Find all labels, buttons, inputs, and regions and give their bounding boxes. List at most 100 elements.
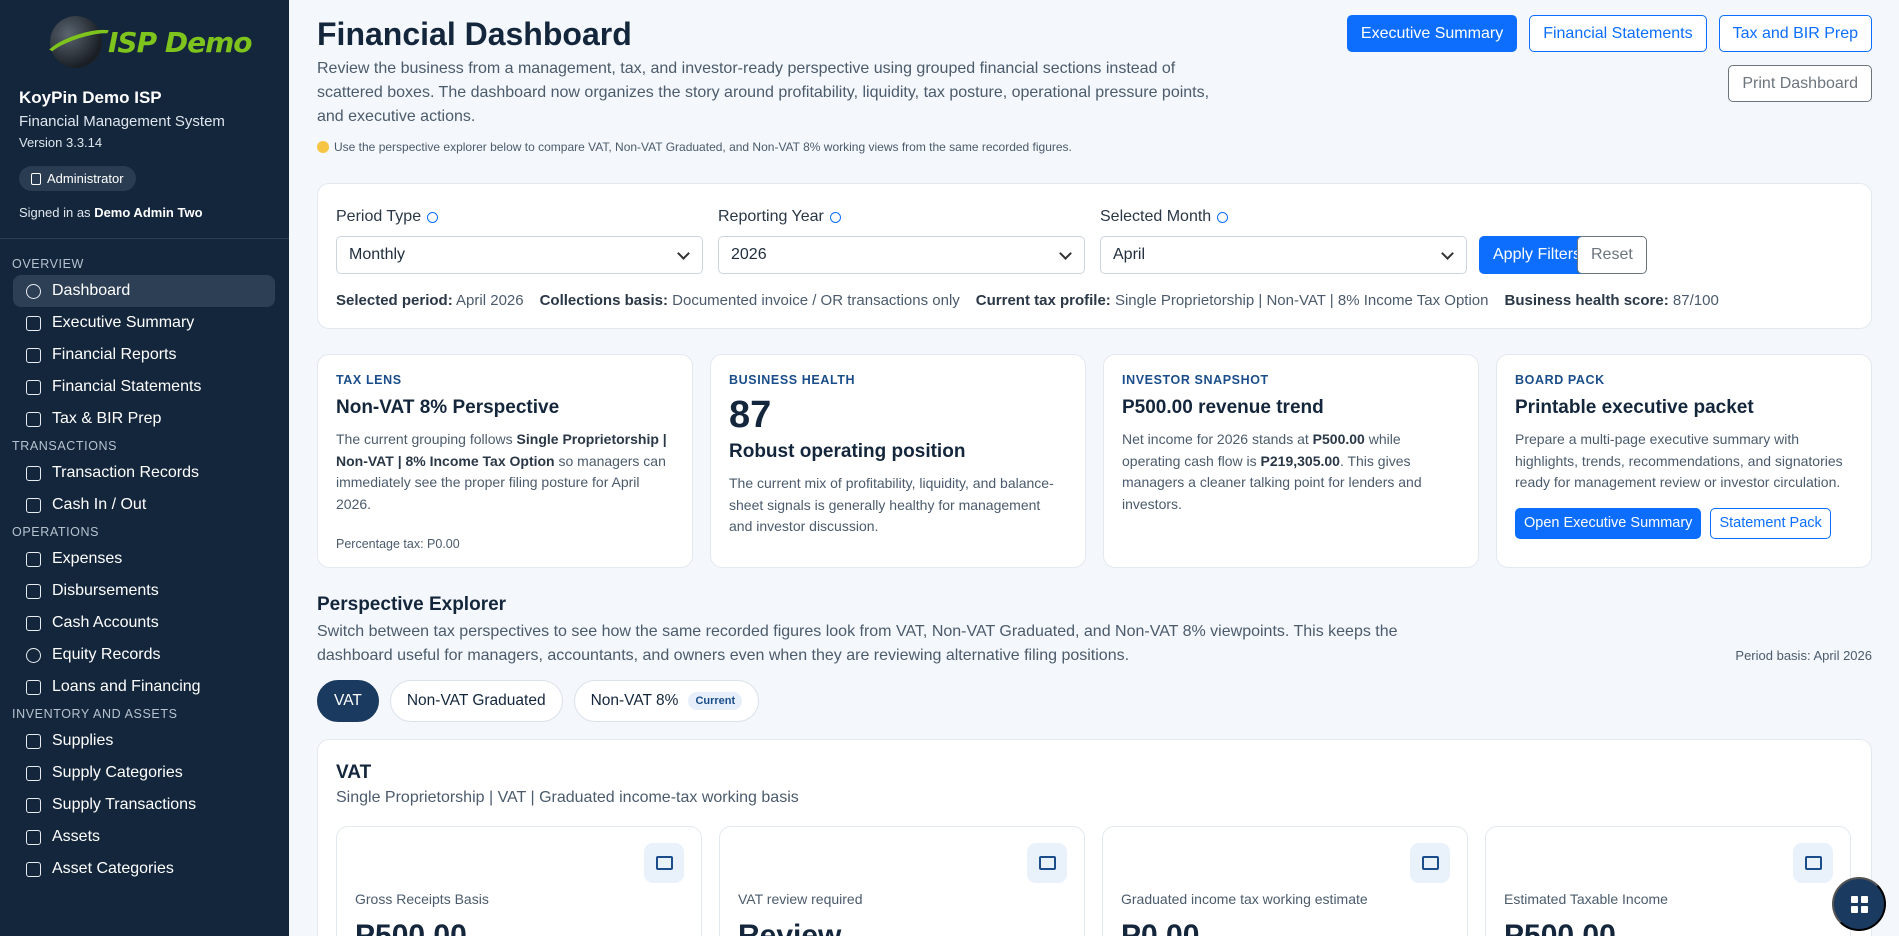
receipt-icon [26, 411, 41, 427]
header-actions: Executive Summary Financial Statements T… [1346, 15, 1872, 52]
info-icon[interactable] [829, 211, 841, 223]
info-icon[interactable] [1217, 211, 1229, 223]
sidebar-item-asset-categories[interactable]: Asset Categories [13, 853, 275, 885]
metric-card: VAT review required Review [719, 826, 1085, 936]
cash-icon [26, 497, 41, 513]
globe-logo-icon [50, 16, 102, 68]
nav-section-inventory-assets: INVENTORY AND ASSETS [12, 707, 178, 721]
sidebar-item-disbursements[interactable]: Disbursements [13, 575, 275, 607]
perspective-explorer-title: Perspective Explorer [317, 594, 507, 615]
nav-section-transactions: TRANSACTIONS [12, 439, 118, 453]
executive-summary-button[interactable]: Executive Summary [1346, 15, 1518, 52]
metric-label: Estimated Taxable Income [1504, 891, 1668, 907]
tab-non-vat-8[interactable]: Non-VAT 8% Current [573, 680, 760, 722]
page-description: Review the business from a management, t… [317, 60, 1210, 125]
perspective-tabs: VAT Non-VAT Graduated Non-VAT 8% Current [317, 680, 760, 722]
box-icon [26, 733, 41, 749]
metric-value: P0.00 [1121, 919, 1200, 936]
sidebar-item-executive-summary[interactable]: Executive Summary [13, 307, 275, 339]
period-type-label: Period Type [336, 208, 439, 226]
apps-grid-button[interactable] [1832, 877, 1886, 931]
reporting-year-select[interactable]: 2026 [718, 236, 1085, 274]
sidebar-item-supply-transactions[interactable]: Supply Transactions [13, 789, 275, 821]
sidebar-item-equity-records[interactable]: Equity Records [13, 639, 275, 671]
sidebar-nav: OVERVIEW Dashboard Executive Summary Fin… [0, 253, 289, 885]
layout-icon [1027, 843, 1067, 883]
card-kicker: BOARD PACK [1515, 373, 1605, 387]
tab-vat[interactable]: VAT [317, 680, 379, 722]
loan-icon [26, 679, 41, 695]
vat-panel: VAT Single Proprietorship | VAT | Gradua… [317, 739, 1872, 936]
signed-in-user: Signed in as Demo Admin Two [19, 205, 203, 220]
nav-section-overview: OVERVIEW [12, 257, 84, 271]
tab-non-vat-graduated[interactable]: Non-VAT Graduated [389, 680, 563, 722]
card-body: The current mix of profitability, liquid… [729, 475, 1054, 534]
role-label: Administrator [47, 171, 124, 186]
cash-icon [644, 843, 684, 883]
filter-card: Period Type Monthly Reporting Year 2026 … [317, 183, 1872, 329]
card-title: P500.00 revenue trend [1122, 397, 1324, 418]
print-dashboard-button[interactable]: Print Dashboard [1728, 65, 1872, 102]
sidebar-item-transaction-records[interactable]: Transaction Records [13, 457, 275, 489]
user-name: Demo Admin Two [94, 205, 203, 220]
calculator-icon [1793, 843, 1833, 883]
sidebar-item-cash-in-out[interactable]: Cash In / Out [13, 489, 275, 521]
grid-icon [1850, 895, 1858, 903]
org-subtitle: Financial Management System [19, 113, 225, 130]
sidebar-item-assets[interactable]: Assets [13, 821, 275, 853]
card-title: Robust operating position [729, 441, 966, 462]
card-kicker: BUSINESS HEALTH [729, 373, 856, 387]
sidebar-item-tax-bir-prep[interactable]: Tax & BIR Prep [13, 403, 275, 435]
stack-icon [26, 829, 41, 845]
org-name: KoyPin Demo ISP [19, 88, 162, 107]
tax-bir-prep-button[interactable]: Tax and BIR Prep [1718, 15, 1872, 52]
vat-panel-subtitle: Single Proprietorship | VAT | Graduated … [336, 789, 799, 806]
business-health-score: Business health score: 87/100 [1504, 292, 1719, 309]
period-type-select[interactable]: Monthly [336, 236, 703, 274]
page-hint: Use the perspective explorer below to co… [317, 140, 1072, 154]
business-health-card: BUSINESS HEALTH 87 Robust operating posi… [710, 354, 1086, 568]
investor-snapshot-card: INVESTOR SNAPSHOT P500.00 revenue trend … [1103, 354, 1479, 568]
current-tax-profile: Current tax profile: Single Proprietorsh… [975, 292, 1489, 309]
open-executive-summary-button[interactable]: Open Executive Summary [1515, 507, 1702, 539]
board-pack-actions: Open Executive Summary Statement Pack [1515, 507, 1853, 539]
report-icon [26, 315, 41, 331]
sidebar-item-dashboard[interactable]: Dashboard [13, 275, 275, 307]
logo-text: ISP Demo [108, 25, 252, 59]
sidebar-item-loans-financing[interactable]: Loans and Financing [13, 671, 275, 703]
bank-icon [26, 615, 41, 631]
badge-icon [31, 172, 41, 185]
coins-icon [26, 647, 41, 663]
metric-label: Gross Receipts Basis [355, 891, 489, 907]
info-icon[interactable] [427, 211, 439, 223]
sidebar-item-expenses[interactable]: Expenses [13, 543, 275, 575]
sidebar-item-cash-accounts[interactable]: Cash Accounts [13, 607, 275, 639]
selected-month-select[interactable]: April [1100, 236, 1467, 274]
sidebar-item-supplies[interactable]: Supplies [13, 725, 275, 757]
logo: ISP Demo [50, 14, 289, 70]
metric-card: Gross Receipts Basis P500.00 [336, 826, 702, 936]
metric-value: P500.00 [355, 919, 467, 936]
sidebar-item-financial-statements[interactable]: Financial Statements [13, 371, 275, 403]
card-kicker: TAX LENS [336, 373, 402, 387]
wallet-icon [26, 583, 41, 599]
reporting-year-label: Reporting Year [718, 208, 841, 226]
selected-month-label: Selected Month [1100, 208, 1229, 226]
swap-icon [26, 797, 41, 813]
sidebar-item-financial-reports[interactable]: Financial Reports [13, 339, 275, 371]
lightbulb-icon [317, 141, 329, 153]
journal-icon [26, 465, 41, 481]
app-version: Version 3.3.14 [19, 135, 103, 150]
org-info: KoyPin Demo ISP Financial Management Sys… [19, 88, 289, 150]
chevron-down-icon [1441, 247, 1454, 260]
selected-period: Selected period: April 2026 [336, 292, 524, 309]
document-icon [26, 379, 41, 395]
statement-pack-button[interactable]: Statement Pack [1710, 507, 1831, 539]
chevron-down-icon [1059, 247, 1072, 260]
gauge-icon [26, 283, 41, 299]
financial-statements-button[interactable]: Financial Statements [1529, 15, 1707, 52]
nav-section-operations: OPERATIONS [12, 525, 100, 539]
sidebar-item-supply-categories[interactable]: Supply Categories [13, 757, 275, 789]
reset-button[interactable]: Reset [1577, 236, 1647, 274]
filter-summary: Selected period: April 2026 Collections … [336, 292, 1719, 309]
